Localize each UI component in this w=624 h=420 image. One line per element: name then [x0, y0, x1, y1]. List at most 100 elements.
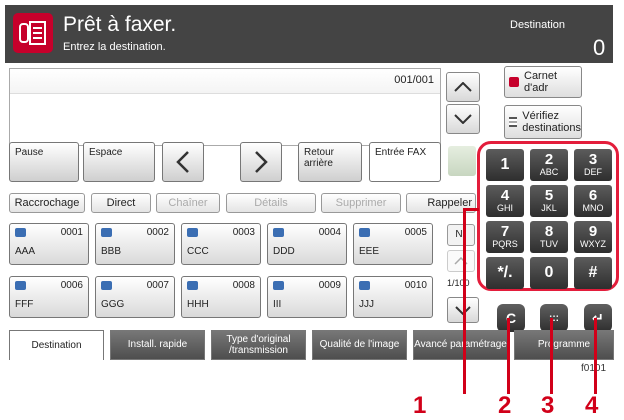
tab-quick-setup[interactable]: Install. rapide: [110, 330, 205, 360]
one-touch-key[interactable]: 0008 HHH: [181, 276, 261, 318]
keypad-digit: 9: [588, 223, 598, 240]
pause-button[interactable]: Pause: [9, 142, 79, 182]
keypad-key[interactable]: 8 TUV: [530, 221, 568, 253]
callout-1: 1: [413, 392, 427, 419]
one-touch-name: GGG: [101, 299, 125, 310]
fax-contact-icon: [273, 281, 284, 290]
one-touch-key[interactable]: 0007 GGG: [95, 276, 175, 318]
chevron-down-icon: [454, 114, 472, 124]
one-touch-name: BBB: [101, 246, 122, 257]
destination-label: Destination: [510, 19, 566, 31]
check-destinations-button[interactable]: Vérifiez destinations: [504, 105, 582, 139]
keypad-key[interactable]: 6 MNO: [574, 185, 612, 217]
sort-number-button[interactable]: N°: [447, 224, 475, 246]
callout-4: 4: [585, 392, 599, 419]
destination-count: 0: [593, 35, 606, 60]
one-touch-number: 0001: [60, 227, 83, 238]
tab-program[interactable]: Programme: [514, 330, 614, 360]
one-touch-key[interactable]: 0004 DDD: [267, 223, 347, 265]
callout-line-2: [507, 318, 510, 394]
keypad-letters: GHI: [496, 203, 513, 213]
callout-line-4: [594, 318, 597, 394]
space-button[interactable]: Espace: [83, 142, 155, 182]
keypad-digit: */.: [497, 264, 513, 281]
keypad-digit: #: [588, 264, 598, 281]
numeric-keypad: 1 2 ABC 3 DEF 4 GHI 5 JKL 6 MNO 7 PQRS 8 TUV 9 WXYZ */. 0 #: [477, 141, 619, 291]
destination-list[interactable]: 001/001: [9, 68, 441, 146]
fax-input-button[interactable]: Entrée FAX: [369, 142, 441, 182]
keypad-key[interactable]: 7 PQRS: [486, 221, 524, 253]
cursor-right-button[interactable]: [240, 142, 282, 182]
keypad-letters: DEF: [584, 167, 602, 177]
backspace-button[interactable]: Retour arrière: [298, 142, 362, 182]
keypad-digit: 4: [500, 187, 510, 204]
address-book-icon: [509, 77, 519, 87]
header-bar: Prêt à faxer. Entrez la destination. Des…: [5, 5, 613, 63]
one-touch-key[interactable]: 0010 JJJ: [353, 276, 433, 318]
keypad-digit: 3: [588, 151, 598, 168]
keypad-key[interactable]: 2 ABC: [530, 149, 568, 181]
one-touch-name: AAA: [15, 246, 36, 257]
quick-number-search-key[interactable]: :::: [540, 304, 568, 332]
keypad-letters: PQRS: [492, 239, 518, 249]
one-touch-number: 0007: [146, 280, 169, 291]
one-touch-number: 0008: [232, 280, 255, 291]
one-touch-name: EEE: [359, 246, 380, 257]
one-touch-number: 0005: [404, 227, 427, 238]
keypad-key[interactable]: 9 WXYZ: [574, 221, 612, 253]
cursor-left-button[interactable]: [162, 142, 204, 182]
one-touch-number: 0009: [318, 280, 341, 291]
one-touch-key[interactable]: 0003 CCC: [181, 223, 261, 265]
keypad-digit: 0: [544, 264, 554, 281]
keypad-key[interactable]: 3 DEF: [574, 149, 612, 181]
one-touch-name: JJJ: [359, 299, 374, 310]
callout-line-3: [550, 318, 553, 394]
keypad-key[interactable]: 5 JKL: [530, 185, 568, 217]
keypad-key[interactable]: #: [574, 257, 612, 289]
on-hook-icon[interactable]: [448, 146, 476, 176]
one-touch-key[interactable]: 0002 BBB: [95, 223, 175, 265]
one-touch-name: CCC: [187, 246, 209, 257]
fax-contact-icon: [15, 281, 26, 290]
direct-button[interactable]: Direct: [91, 193, 151, 213]
keypad-key[interactable]: 1: [486, 149, 524, 181]
keypad-digit: 6: [588, 187, 598, 204]
details-button[interactable]: Détails: [226, 193, 316, 213]
list-icon: [509, 117, 518, 127]
fax-contact-icon: [101, 228, 112, 237]
one-touch-name: HHH: [187, 299, 209, 310]
fax-contact-icon: [359, 281, 370, 290]
keypad-key[interactable]: 4 GHI: [486, 185, 524, 217]
fax-contact-icon: [187, 281, 198, 290]
chevron-left-icon: [176, 151, 189, 173]
chain-button[interactable]: Chaîner: [156, 193, 220, 213]
clear-key[interactable]: C: [497, 304, 525, 332]
one-touch-name: III: [273, 299, 282, 310]
tab-image-quality[interactable]: Qualité de l'image: [312, 330, 407, 360]
one-touch-number: 0003: [232, 227, 255, 238]
tab-advanced-setup[interactable]: Avancé paramétrage: [413, 330, 508, 360]
callout-2: 2: [498, 392, 512, 419]
tab-destination[interactable]: Destination: [9, 330, 104, 360]
one-touch-key[interactable]: 0005 EEE: [353, 223, 433, 265]
one-touch-number: 0002: [146, 227, 169, 238]
scroll-up-button[interactable]: [446, 72, 480, 102]
one-touch-number: 0010: [404, 280, 427, 291]
keypad-digit: 2: [544, 151, 554, 168]
scroll-down-button[interactable]: [446, 104, 480, 134]
address-book-button[interactable]: Carnet d'adr: [504, 66, 582, 98]
keypad-key[interactable]: */.: [486, 257, 524, 289]
one-touch-key[interactable]: 0001 AAA: [9, 223, 89, 265]
destination-entry[interactable]: 001/001: [10, 69, 440, 94]
tab-original-transmission[interactable]: Type d'original /transmission: [211, 330, 306, 360]
one-touch-key[interactable]: 0009 III: [267, 276, 347, 318]
keypad-digit: 5: [544, 187, 554, 204]
page-up-button[interactable]: [447, 250, 475, 272]
delete-button[interactable]: Supprimer: [321, 193, 401, 213]
one-touch-name: FFF: [15, 299, 34, 310]
one-touch-key[interactable]: 0006 FFF: [9, 276, 89, 318]
page-title: Prêt à faxer.: [63, 13, 177, 36]
hangup-button[interactable]: Raccrochage: [9, 193, 85, 213]
enter-key[interactable]: ↵: [584, 304, 612, 332]
keypad-key[interactable]: 0: [530, 257, 568, 289]
